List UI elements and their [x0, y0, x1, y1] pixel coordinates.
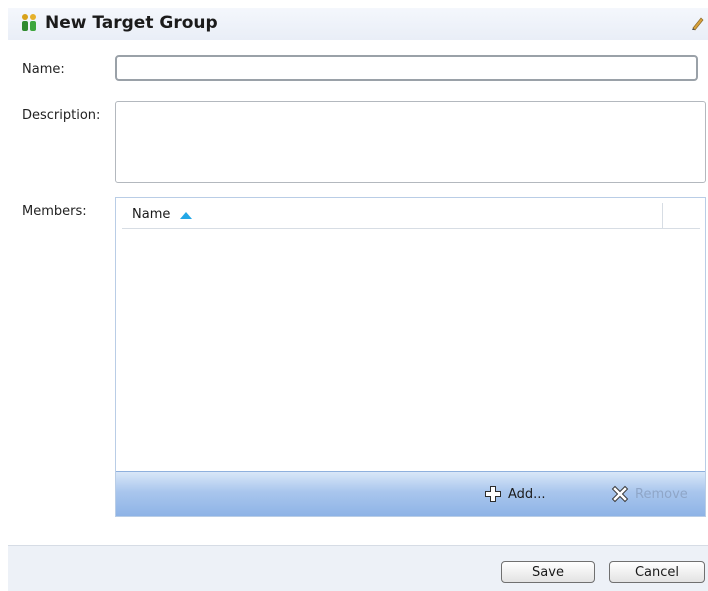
add-member-label: Add...	[508, 486, 546, 502]
plus-icon	[485, 486, 501, 502]
members-grid: Name Add... Remove	[115, 197, 706, 517]
description-label: Description:	[22, 108, 101, 123]
add-member-button[interactable]: Add...	[484, 483, 546, 505]
remove-member-button[interactable]: Remove	[611, 483, 688, 505]
dialog-footer: Save Cancel	[8, 545, 708, 591]
column-header-name[interactable]: Name	[132, 207, 170, 222]
members-toolbar: Add... Remove	[116, 471, 705, 516]
members-grid-header: Name	[122, 203, 700, 229]
save-button[interactable]: Save	[501, 561, 595, 583]
members-list	[122, 229, 700, 469]
edit-icon[interactable]	[690, 15, 706, 31]
cancel-button[interactable]: Cancel	[609, 561, 705, 583]
column-divider[interactable]	[662, 203, 663, 228]
name-label: Name:	[22, 62, 65, 77]
members-label: Members:	[22, 204, 87, 219]
dialog-title: New Target Group	[45, 13, 218, 33]
sort-ascending-icon[interactable]	[180, 212, 192, 219]
description-input[interactable]	[115, 101, 706, 183]
remove-x-icon	[611, 485, 629, 503]
name-input[interactable]	[115, 55, 698, 81]
target-group-icon	[22, 14, 36, 31]
remove-member-label: Remove	[635, 486, 688, 502]
dialog-header: New Target Group	[8, 8, 708, 40]
